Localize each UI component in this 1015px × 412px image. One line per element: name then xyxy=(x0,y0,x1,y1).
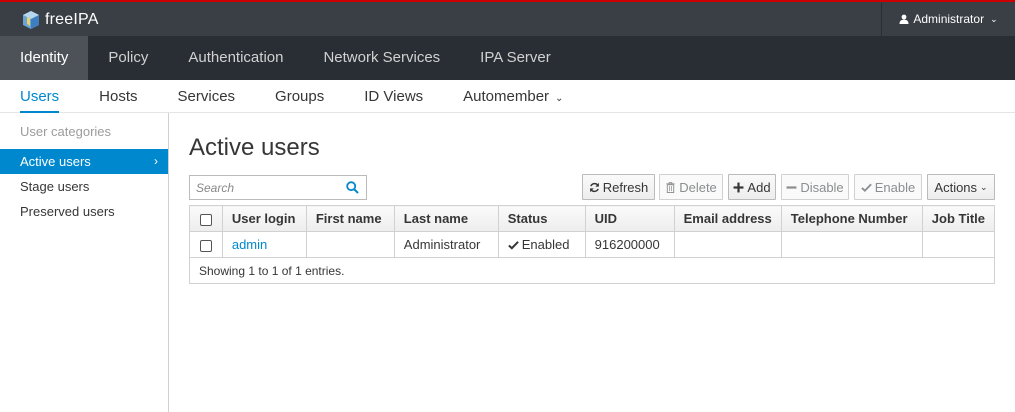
brand-name: freeIPA xyxy=(45,11,99,28)
trash-icon xyxy=(666,181,675,193)
disable-label: Disable xyxy=(800,179,844,195)
sidebar-item-preserved-users[interactable]: Preserved users xyxy=(0,199,168,224)
subnav-users[interactable]: Users xyxy=(0,80,79,113)
subnav-groups[interactable]: Groups xyxy=(255,80,344,113)
sidebar-item-label: Preserved users xyxy=(20,204,115,219)
nav-policy[interactable]: Policy xyxy=(88,36,168,80)
chevron-down-icon: ⌄ xyxy=(555,93,564,104)
cell-last-name: Administrator xyxy=(393,231,499,258)
subnav-hosts[interactable]: Hosts xyxy=(79,80,157,113)
sidebar: User categories Active users › Stage use… xyxy=(0,113,169,412)
brand-logo[interactable]: freeIPA xyxy=(22,8,99,32)
user-login-link[interactable]: admin xyxy=(232,237,267,252)
table-row: admin Administrator Enabled 916200000 xyxy=(189,231,996,258)
chevron-down-icon: ⌄ xyxy=(980,181,988,192)
cell-status: Enabled xyxy=(497,231,586,258)
checkmark-icon xyxy=(507,241,519,250)
users-table: User login First name Last name Status U… xyxy=(189,205,996,284)
subnav-id-views[interactable]: ID Views xyxy=(344,80,443,113)
column-header-job-title[interactable]: Job Title xyxy=(921,205,996,232)
column-header-telephone[interactable]: Telephone Number xyxy=(780,205,923,232)
subnav-automember[interactable]: Automember ⌄ xyxy=(443,80,583,113)
search-box xyxy=(189,175,367,200)
subnav-hosts-label: Hosts xyxy=(99,88,138,105)
actions-label: Actions xyxy=(934,179,978,195)
nav-network-services[interactable]: Network Services xyxy=(303,36,460,80)
column-header-status[interactable]: Status xyxy=(497,205,586,232)
add-button[interactable]: Add xyxy=(728,174,776,200)
minus-icon xyxy=(786,185,797,189)
delete-button[interactable]: Delete xyxy=(659,174,723,200)
plus-icon xyxy=(733,182,744,192)
refresh-button[interactable]: Refresh xyxy=(582,174,655,200)
chevron-right-icon: › xyxy=(154,154,158,168)
sidebar-item-label: Stage users xyxy=(20,179,90,194)
refresh-icon xyxy=(589,182,599,192)
cell-user-login: admin xyxy=(221,231,307,258)
cell-telephone xyxy=(780,231,923,258)
cell-uid: 916200000 xyxy=(584,231,675,258)
sub-navigation: Users Hosts Services Groups ID Views Aut… xyxy=(0,80,1015,113)
subnav-services[interactable]: Services xyxy=(158,80,256,113)
sidebar-item-active-users[interactable]: Active users › xyxy=(0,149,168,174)
row-select-cell xyxy=(189,231,223,258)
enable-label: Enable xyxy=(874,179,916,195)
search-icon[interactable] xyxy=(346,181,359,194)
search-input[interactable] xyxy=(190,176,340,199)
add-label: Add xyxy=(747,179,771,195)
select-all-cell xyxy=(189,205,223,232)
sidebar-heading: User categories xyxy=(20,124,112,139)
nav-authentication[interactable]: Authentication xyxy=(168,36,303,80)
main-navigation: Identity Policy Authentication Network S… xyxy=(0,36,1015,80)
select-all-checkbox[interactable] xyxy=(199,213,212,226)
sidebar-item-stage-users[interactable]: Stage users xyxy=(0,174,168,199)
table-header-row: User login First name Last name Status U… xyxy=(189,205,996,232)
cell-job-title xyxy=(921,231,996,258)
freeipa-logo-icon xyxy=(23,11,39,29)
pagination-summary: Showing 1 to 1 of 1 entries. xyxy=(189,257,995,284)
enable-button[interactable]: Enable xyxy=(854,174,922,200)
status-text: Enabled xyxy=(521,237,570,252)
column-header-user-login[interactable]: User login xyxy=(221,205,307,232)
nav-ipa-server[interactable]: IPA Server xyxy=(460,36,571,80)
user-icon xyxy=(899,14,909,24)
refresh-label: Refresh xyxy=(602,179,649,195)
subnav-users-label: Users xyxy=(20,88,60,105)
subnav-services-label: Services xyxy=(177,88,236,105)
toolbar: Refresh Delete Add Disable xyxy=(189,174,995,200)
checkmark-icon xyxy=(861,183,872,192)
cell-first-name xyxy=(305,231,395,258)
subnav-groups-label: Groups xyxy=(275,88,325,105)
user-menu[interactable]: Administrator ⌄ xyxy=(881,2,1015,36)
chevron-down-icon: ⌄ xyxy=(990,13,998,24)
delete-label: Delete xyxy=(679,179,717,195)
disable-button[interactable]: Disable xyxy=(781,174,849,200)
column-header-first-name[interactable]: First name xyxy=(305,205,395,232)
main-content: Active users Refresh xyxy=(189,113,996,284)
column-header-last-name[interactable]: Last name xyxy=(393,205,499,232)
subnav-automember-label: Automember xyxy=(463,88,550,105)
masthead: freeIPA Administrator ⌄ xyxy=(0,0,1015,36)
row-checkbox[interactable] xyxy=(199,239,212,252)
user-menu-label: Administrator xyxy=(913,12,985,26)
page-title: Active users xyxy=(189,134,320,161)
subnav-id-views-label: ID Views xyxy=(364,88,424,105)
sidebar-item-label: Active users xyxy=(20,154,91,169)
column-header-email[interactable]: Email address xyxy=(673,205,782,232)
actions-dropdown[interactable]: Actions ⌄ xyxy=(927,174,995,200)
table-footer-row: Showing 1 to 1 of 1 entries. xyxy=(189,257,995,284)
nav-identity[interactable]: Identity xyxy=(0,36,89,80)
cell-email xyxy=(673,231,782,258)
column-header-uid[interactable]: UID xyxy=(584,205,675,232)
